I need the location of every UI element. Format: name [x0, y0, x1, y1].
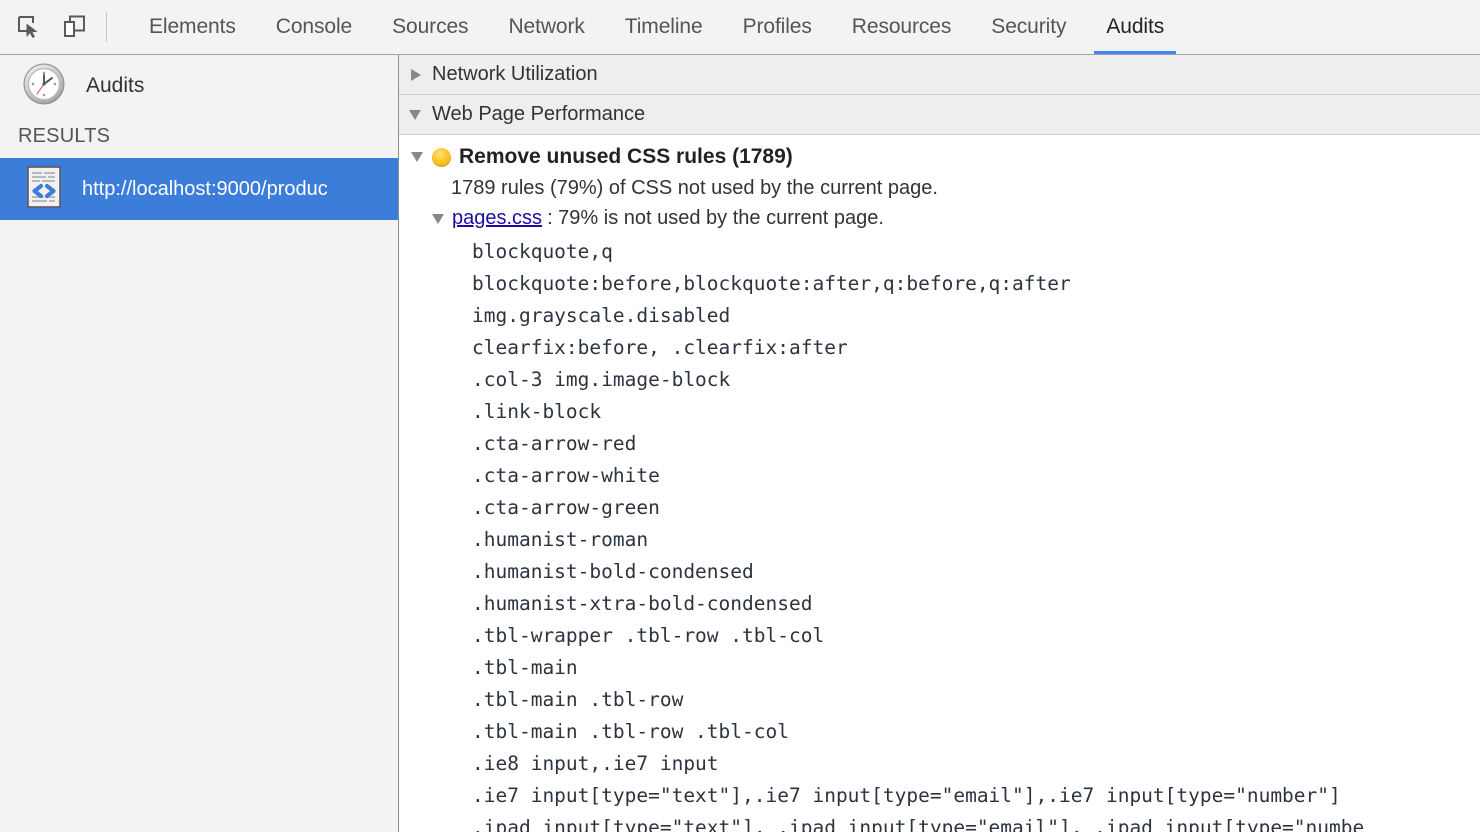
- audit-results-body: Remove unused CSS rules (1789) 1789 rule…: [399, 135, 1480, 832]
- chevron-down-icon: [432, 213, 444, 224]
- css-rule: blockquote,q: [472, 240, 613, 263]
- css-rule: .cta-arrow-red: [472, 432, 637, 455]
- sidebar-result-item[interactable]: http://localhost:9000/produc: [0, 158, 398, 220]
- tab-sources[interactable]: Sources: [372, 0, 488, 54]
- tab-timeline[interactable]: Timeline: [605, 0, 723, 54]
- css-rule: img.grayscale.disabled: [472, 304, 731, 327]
- audits-sidebar: Audits RESULTS http://localhost:9000/pro…: [0, 55, 399, 832]
- tab-elements[interactable]: Elements: [129, 0, 256, 54]
- stylesheet-description: : 79% is not used by the current page.: [547, 207, 884, 229]
- devtools-window: Elements Console Sources Network Timelin…: [0, 0, 1480, 832]
- css-rule: .tbl-main: [472, 656, 578, 679]
- css-rule: .tbl-main .tbl-row .tbl-col: [472, 720, 789, 743]
- tab-audits[interactable]: Audits: [1086, 0, 1184, 54]
- css-rule: .tbl-wrapper .tbl-row .tbl-col: [472, 624, 825, 647]
- devtools-body: Audits RESULTS http://localhost:9000/pro…: [0, 55, 1480, 832]
- warning-severity-icon: [432, 147, 451, 167]
- toolbar-icon-group: [0, 0, 90, 54]
- tab-console[interactable]: Console: [256, 0, 372, 54]
- toolbar-divider: [106, 12, 107, 42]
- css-rule: .humanist-bold-condensed: [472, 560, 754, 583]
- section-network-utilization[interactable]: Network Utilization: [399, 55, 1480, 95]
- css-rule: .col-3 img.image-block: [472, 368, 731, 391]
- section-web-page-performance-label: Web Page Performance: [432, 103, 646, 125]
- css-rule: .humanist-roman: [472, 528, 649, 551]
- chevron-down-icon: [411, 152, 423, 162]
- sidebar-results-heading: RESULTS: [18, 125, 111, 147]
- css-rule: blockquote:before,blockquote:after,q:bef…: [472, 272, 1071, 295]
- tab-network[interactable]: Network: [488, 0, 604, 54]
- panel-tab-bar: Elements Console Sources Network Timelin…: [129, 0, 1184, 54]
- device-toolbar-icon[interactable]: [60, 12, 90, 42]
- tab-profiles[interactable]: Profiles: [723, 0, 832, 54]
- chevron-down-icon: [409, 109, 421, 120]
- chevron-right-icon: [411, 68, 421, 81]
- document-code-icon: [22, 164, 68, 215]
- sidebar-item-audits[interactable]: Audits: [0, 55, 398, 117]
- tab-security[interactable]: Security: [971, 0, 1086, 54]
- unused-css-rules-list: blockquote,q blockquote:before,blockquot…: [399, 236, 1480, 832]
- audit-file-row[interactable]: pages.css : 79% is not used by the curre…: [399, 207, 1480, 230]
- css-rule: .cta-arrow-white: [472, 464, 660, 487]
- css-rule: .humanist-xtra-bold-condensed: [472, 592, 813, 615]
- css-rule: clearfix:before, .clearfix:after: [472, 336, 848, 359]
- css-rule: .tbl-main .tbl-row: [472, 688, 684, 711]
- audits-results-panel: Network Utilization Web Page Performance…: [399, 55, 1480, 832]
- stylesheet-link[interactable]: pages.css: [452, 207, 542, 230]
- audit-detail-text: 1789 rules (79%) of CSS not used by the …: [451, 177, 938, 199]
- sidebar-audits-label: Audits: [86, 74, 145, 97]
- stopwatch-icon: [20, 60, 68, 113]
- css-rule: .cta-arrow-green: [472, 496, 660, 519]
- css-rule: .ipad input[type="text"], .ipad input[ty…: [472, 816, 1365, 832]
- devtools-toolbar: Elements Console Sources Network Timelin…: [0, 0, 1480, 55]
- section-web-page-performance[interactable]: Web Page Performance: [399, 95, 1480, 135]
- audit-title: Remove unused CSS rules (1789): [459, 145, 793, 168]
- section-network-utilization-label: Network Utilization: [432, 63, 598, 85]
- inspect-element-icon[interactable]: [14, 12, 44, 42]
- audit-item-header[interactable]: Remove unused CSS rules (1789): [399, 145, 1480, 169]
- tab-resources[interactable]: Resources: [832, 0, 971, 54]
- sidebar-result-label: http://localhost:9000/produc: [82, 177, 328, 200]
- css-rule: .ie7 input[type="text"],.ie7 input[type=…: [472, 784, 1341, 807]
- css-rule: .ie8 input,.ie7 input: [472, 752, 719, 775]
- css-rule: .link-block: [472, 400, 602, 423]
